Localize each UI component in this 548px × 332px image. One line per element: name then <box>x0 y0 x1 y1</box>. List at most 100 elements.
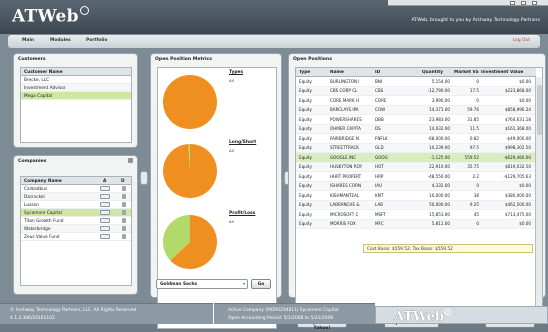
id-header[interactable]: ID <box>375 70 380 75</box>
pie-slice[interactable] <box>163 75 217 129</box>
positions-scrollbar[interactable] <box>535 77 542 313</box>
profit-loss-label[interactable]: Profit/Loss <box>229 211 255 216</box>
activate-company-button[interactable] <box>100 226 110 231</box>
companies-panel: Companies Company Name A D Carbadbus Daci… <box>13 155 138 295</box>
position-cell: HHRT PROPERT <box>330 173 362 179</box>
position-cell: 11.5 <box>469 126 479 131</box>
position-row[interactable]: Equity FAIRBRIDGE N FNFLK -68,000.00 0.82 -$4… <box>296 134 536 144</box>
position-row[interactable]: Equity STREETTRACK GLD 10,239.00 97.5 $998,30… <box>296 143 536 153</box>
logout-link[interactable]: Log Out <box>513 38 530 43</box>
trash-icon[interactable] <box>122 218 126 223</box>
company-row[interactable]: Zeus Value Fund <box>21 233 131 241</box>
position-cell: 559.52 <box>464 154 479 160</box>
customers-list: Customer Name Brecke, LLC Investment Adv… <box>20 67 132 143</box>
position-row[interactable]: Equity OHMER CAPITA DS 14,032.00 11.5 $161,36… <box>296 124 536 134</box>
position-cell: $0.00 <box>519 221 531 226</box>
company-row[interactable]: Waterbridge <box>21 225 131 233</box>
positions-header-row: Type Name ID Quantity Market Va Investme… <box>296 68 536 77</box>
position-cell: $0.00 <box>519 78 531 84</box>
company-row[interactable]: Sycamore Capital <box>21 209 131 217</box>
position-cell: CBS CORP CL <box>330 88 358 93</box>
company-row[interactable]: Titan Growth Fund <box>21 217 131 225</box>
position-cell: 4,332.00 <box>431 183 450 188</box>
position-cell: 15,853.00 <box>429 211 450 217</box>
column-d-header[interactable]: D <box>121 179 125 184</box>
position-row[interactable]: Equity HUSKYTON ROY HOT 22,910.00 35.75 $819,… <box>296 162 536 172</box>
position-row[interactable]: Equity KISHMANTEAL KMT 10,000.00 38 $380,000.… <box>296 191 536 201</box>
market-value-header[interactable]: Market Va <box>454 70 479 75</box>
types-label[interactable]: Types <box>229 70 243 75</box>
position-cell: Equity <box>299 221 312 226</box>
position-row[interactable]: Equity HHRT PROPERT HRP -48,550.00 2.2 -$129,… <box>296 172 536 182</box>
investment-value-header[interactable]: Investment Value <box>481 70 523 75</box>
trash-icon[interactable] <box>122 202 126 207</box>
company-row[interactable]: Lusson <box>21 201 131 209</box>
position-cell: Equity <box>299 145 312 150</box>
trash-icon[interactable] <box>122 210 126 215</box>
customer-name-header[interactable]: Customer Name <box>21 68 131 76</box>
footer-left: © Archway Technology Partners, LLC. All … <box>0 303 213 324</box>
profit-loss-sub: All <box>229 219 234 224</box>
watermark-logo-ring-icon <box>444 309 451 315</box>
position-cell: CBS <box>375 88 384 93</box>
menu-main[interactable]: Main <box>22 38 34 43</box>
position-cell: IAU <box>375 183 383 188</box>
position-row[interactable]: Equity BURLINGTON I BNI 5,154.00 0 $0.00 <box>296 77 536 87</box>
activate-company-button[interactable] <box>100 234 110 239</box>
broker-select[interactable]: Goldman Sachs ▾ <box>156 279 248 289</box>
trash-icon[interactable] <box>122 234 126 239</box>
active-company-text: Active Company (MOR0294011) Sycamore Cap… <box>228 308 339 313</box>
activate-company-button[interactable] <box>100 218 110 223</box>
main-menu-bar: Main Modules Portfolio Log Out <box>8 35 540 48</box>
company-name-header[interactable]: Company Name <box>24 179 62 184</box>
left-panel-resize-handle[interactable] <box>140 171 148 185</box>
long-short-label[interactable]: Long/Short <box>229 140 256 145</box>
position-cell: $858,996.24 <box>504 107 531 112</box>
type-header[interactable]: Type <box>299 70 310 75</box>
position-row[interactable]: Equity GOOGLE INC GOOG -1,125.00 559.52 -$629… <box>296 153 536 163</box>
position-row[interactable]: Equity CORE MARK H CORE 3,990.00 0 $0.00 <box>296 96 536 106</box>
trash-icon[interactable] <box>122 186 126 191</box>
customer-row-mega-capital[interactable]: Mega Capital <box>21 92 131 100</box>
position-cell: $161,368.00 <box>504 126 531 131</box>
position-cell: DS <box>375 126 381 131</box>
position-row[interactable]: Equity BARCLAYS IPA COW 14,371.00 59.76 $858,… <box>296 105 536 115</box>
go-button[interactable]: Go <box>251 279 271 289</box>
position-row[interactable]: Equity POWERSHARES DBB 23,983.00 31.85 $764,6… <box>296 115 536 125</box>
position-row[interactable]: Equity ISHARES CORN IAU 4,332.00 0 $0.00 <box>296 181 536 191</box>
position-cell: Equity <box>299 78 312 84</box>
brand-note: ATWeb, brought to you by Archway Technol… <box>411 18 540 23</box>
position-cell: 38 <box>473 192 479 198</box>
position-cell: -$49,000.00 <box>506 135 531 141</box>
name-header[interactable]: Name <box>330 70 344 75</box>
menu-portfolio[interactable]: Portfolio <box>86 38 107 43</box>
activate-company-button[interactable] <box>100 194 110 199</box>
activate-company-button[interactable] <box>100 186 110 191</box>
activate-company-button[interactable] <box>100 210 110 215</box>
position-cell: LABRANCHE & <box>330 202 360 207</box>
position-row[interactable]: Equity MORRIS FOX MFC 5,811.00 0 $0.00 <box>296 219 536 229</box>
quantity-header[interactable]: Quantity <box>422 70 443 75</box>
menu-modules[interactable]: Modules <box>50 38 71 43</box>
refresh-icon[interactable] <box>128 158 133 163</box>
customer-row-brecke[interactable]: Brecke, LLC <box>21 76 131 84</box>
position-row[interactable]: Equity MICROSOFT C MSFT 15,853.00 45 $713,475… <box>296 210 536 220</box>
positions-scroll-thumb[interactable] <box>537 85 542 135</box>
customers-title: Customers <box>18 57 46 62</box>
position-cell: Equity <box>299 135 312 141</box>
position-row[interactable]: Equity CBS CORP CL CBS -12,790.00 17.5 $223,8… <box>296 86 536 96</box>
watermark-logo: ATWeb <box>394 309 451 324</box>
activate-company-button[interactable] <box>100 202 110 207</box>
atweb-app: ATWeb ATWeb, brought to you by Archway T… <box>0 0 548 331</box>
position-cell: -$129,705.63 <box>503 173 531 179</box>
trash-icon[interactable] <box>122 194 126 199</box>
company-row[interactable]: Carbadbus <box>21 185 131 193</box>
position-row[interactable]: Equity LABRANCHE & LAB 50,000.00 9.25 $462,50… <box>296 200 536 210</box>
column-a-header[interactable]: A <box>103 179 106 184</box>
position-cell: STREETTRACK <box>330 145 359 150</box>
position-cell: 0 <box>476 183 479 188</box>
trash-icon[interactable] <box>122 226 126 231</box>
customer-row-investment-advisor[interactable]: Investment Advisor <box>21 84 131 92</box>
company-row[interactable]: Dacinckel <box>21 193 131 201</box>
position-cell: OHMER CAPITA <box>330 126 361 131</box>
